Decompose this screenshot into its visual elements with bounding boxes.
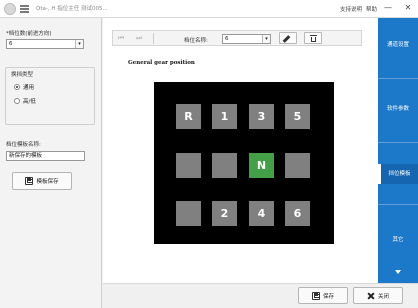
chevron-down-icon: ▾ — [262, 35, 270, 43]
gear-cell-1[interactable]: 1 — [212, 104, 237, 129]
save-button-label: 保存 — [322, 293, 334, 300]
gear-name-select[interactable]: 6 ▾ — [222, 34, 271, 44]
support-button[interactable]: 支持说明 — [340, 5, 362, 13]
radio-selected-icon — [14, 84, 20, 90]
gear-cell-5[interactable]: 5 — [285, 104, 310, 129]
nav-divider — [378, 204, 418, 205]
trash-icon — [310, 35, 317, 42]
next-gear-button[interactable]: ⏭ — [136, 33, 142, 44]
main-content: ⏮ ⏭ 档位名称: 6 ▾ General gear position R 1 … — [103, 18, 378, 283]
gear-cell-empty[interactable] — [212, 153, 237, 178]
shift-type-group: 换挡类型 通用 高/低 — [5, 67, 95, 125]
gear-cell-empty[interactable] — [285, 153, 310, 178]
save-icon — [25, 177, 34, 185]
minimize-button[interactable]: — — [382, 2, 394, 14]
nav-divider — [378, 142, 418, 143]
gear-board: R 1 3 5 N 2 4 6 — [154, 82, 334, 244]
gear-cell-empty[interactable] — [176, 153, 201, 178]
template-name-label: 档位模板名称: — [6, 142, 41, 148]
gear-name-label: 档位名称: — [184, 38, 208, 44]
shift-type-label: 换挡类型 — [11, 72, 34, 78]
pencil-icon — [282, 35, 291, 43]
gear-cell-2[interactable]: 2 — [212, 201, 237, 226]
toolbar-separator — [153, 33, 154, 44]
gear-cell-3[interactable]: 3 — [249, 104, 274, 129]
window-title: Ota-, H 指位主任 测试005... — [36, 6, 108, 12]
bottom-bar: 保存 关闭 — [103, 283, 418, 308]
gear-cell-neutral[interactable]: N — [249, 153, 274, 178]
radio-high-low[interactable]: 高/低 — [14, 97, 36, 105]
app-logo-icon — [4, 3, 16, 15]
radio-general[interactable]: 通用 — [14, 83, 34, 91]
gear-cell-6[interactable]: 6 — [285, 201, 310, 226]
scroll-down-icon[interactable] — [395, 270, 401, 274]
save-template-button[interactable]: 模板保存 — [12, 172, 72, 190]
right-nav: 通道设置 软件参数 挡位模板 其它 — [378, 18, 418, 283]
nav-item-other[interactable]: 其它 — [378, 235, 418, 243]
template-name-field[interactable]: 新保存的模板 — [6, 151, 85, 161]
nav-item-channel-settings[interactable]: 通道设置 — [378, 40, 418, 48]
close-icon — [367, 292, 375, 300]
gear-count-value: 6 — [9, 41, 13, 47]
delete-button[interactable] — [304, 32, 322, 44]
radio-unselected-icon — [14, 98, 20, 104]
help-button[interactable]: 帮助 — [366, 5, 377, 13]
gear-count-label: *档位数(前进方向) — [6, 31, 52, 37]
close-button[interactable]: 关闭 — [353, 287, 403, 304]
close-button-label: 关闭 — [377, 293, 389, 300]
edit-button[interactable] — [279, 32, 297, 44]
radio-general-label: 通用 — [23, 85, 35, 91]
nav-item-gear-template[interactable]: 挡位模板 — [378, 164, 418, 184]
radio-high-low-label: 高/低 — [23, 99, 36, 105]
section-heading: General gear position — [128, 60, 195, 66]
gear-toolbar: ⏮ ⏭ 档位名称: 6 ▾ — [112, 30, 362, 46]
close-window-button[interactable]: ✕ — [402, 2, 414, 14]
chevron-down-icon: ▾ — [75, 40, 83, 48]
save-template-label: 模板保存 — [36, 179, 59, 185]
left-panel: *档位数(前进方向) 6 ▾ 换挡类型 通用 高/低 档位模板名称: 新保存的模… — [0, 18, 102, 308]
first-gear-button[interactable]: ⏮ — [118, 33, 124, 44]
gear-cell-empty[interactable] — [176, 201, 201, 226]
gear-cell-4[interactable]: 4 — [249, 201, 274, 226]
gear-name-value: 6 — [225, 36, 229, 42]
menu-icon[interactable] — [20, 5, 29, 13]
save-button[interactable]: 保存 — [298, 287, 348, 304]
title-bar: Ota-, H 指位主任 测试005... 支持说明 帮助 — ✕ — [0, 0, 418, 18]
gear-cell-r[interactable]: R — [176, 104, 201, 129]
save-icon — [311, 291, 320, 300]
gear-count-select[interactable]: 6 ▾ — [6, 39, 84, 49]
nav-divider — [378, 78, 418, 79]
nav-item-software-params[interactable]: 软件参数 — [378, 104, 418, 112]
